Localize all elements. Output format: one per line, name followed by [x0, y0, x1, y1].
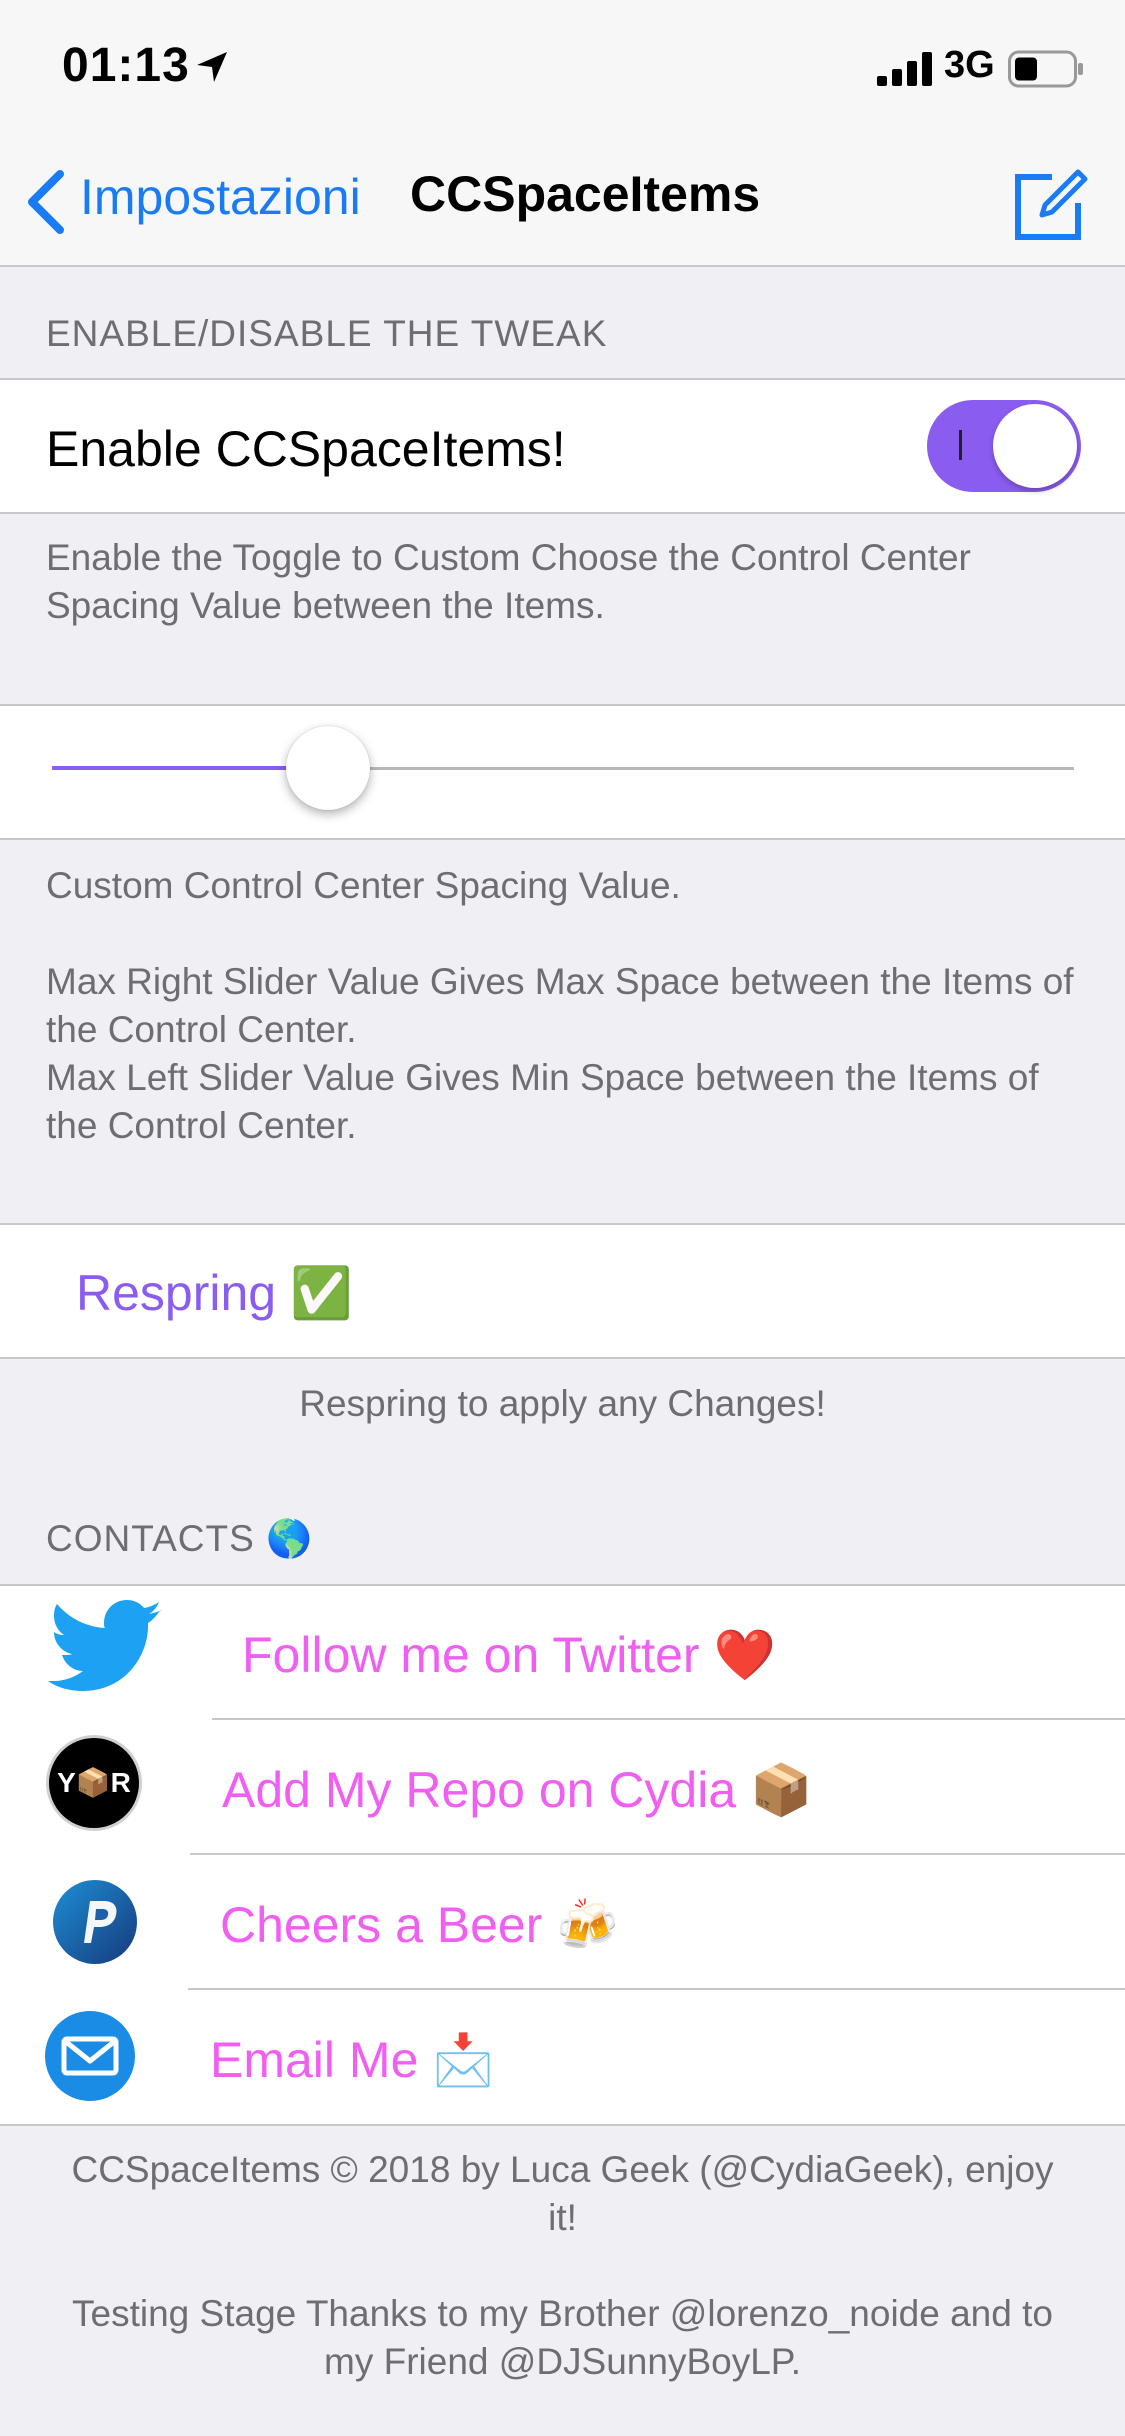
- toggle-knob: [993, 404, 1077, 488]
- contact-label-beer[interactable]: Cheers a Beer 🍻: [220, 1896, 619, 1955]
- toggle-on-indicator: [959, 430, 962, 460]
- section-header-contacts: CONTACTS 🌎: [46, 1518, 314, 1559]
- contact-label-cydia[interactable]: Add My Repo on Cydia 📦: [222, 1761, 812, 1820]
- spacing-footer-line2: Max Right Slider Value Gives Max Space b…: [46, 961, 1074, 1050]
- row-divider: [188, 1988, 1125, 1990]
- contact-label-email[interactable]: Email Me 📩: [210, 2031, 495, 2090]
- row-divider: [212, 1718, 1125, 1720]
- slider-cell: [0, 704, 1125, 840]
- status-time: 01:13: [62, 39, 190, 92]
- thanks-footer: Testing Stage Thanks to my Brother @lore…: [72, 2293, 1053, 2382]
- section-header-tweak: ENABLE/DISABLE THE TWEAK: [46, 313, 608, 354]
- spacing-footer-line3: Max Left Slider Value Gives Min Space be…: [46, 1057, 1039, 1146]
- page-title: CCSpaceItems: [410, 166, 761, 222]
- network-type: 3G: [944, 44, 995, 86]
- cellular-signal-icon: [877, 52, 932, 86]
- repo-icon: Y📦R: [46, 1735, 142, 1831]
- row-divider: [190, 1853, 1125, 1855]
- twitter-icon: [48, 1600, 162, 1691]
- contact-label-twitter[interactable]: Follow me on Twitter ❤️: [242, 1626, 776, 1685]
- location-arrow-icon: [197, 52, 227, 82]
- compose-icon[interactable]: [1012, 165, 1090, 243]
- respring-button[interactable]: Respring ✅: [76, 1264, 352, 1323]
- mail-icon: [45, 2011, 135, 2101]
- tweak-footer: Enable the Toggle to Custom Choose the C…: [46, 537, 971, 626]
- enable-toggle-switch[interactable]: [927, 400, 1081, 492]
- back-button[interactable]: Impostazioni: [80, 168, 361, 226]
- credits-footer: CCSpaceItems © 2018 by Luca Geek (@Cydia…: [71, 2149, 1054, 2238]
- respring-footer: Respring to apply any Changes!: [299, 1383, 826, 1424]
- back-chevron-icon[interactable]: [26, 170, 66, 234]
- battery-icon: [1008, 50, 1083, 88]
- toggle-label: Enable CCSpaceItems!: [46, 421, 566, 477]
- spacing-footer-line1: Custom Control Center Spacing Value.: [46, 865, 681, 906]
- spacing-slider-thumb[interactable]: [285, 726, 370, 810]
- paypal-icon: [53, 1880, 137, 1964]
